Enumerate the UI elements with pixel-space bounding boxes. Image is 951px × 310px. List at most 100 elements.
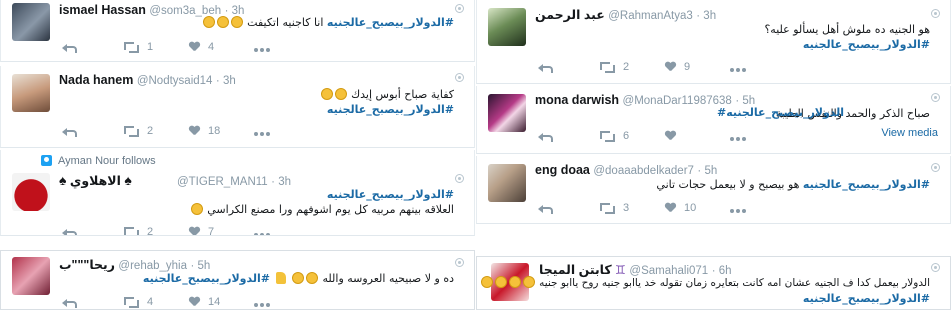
like-button[interactable]: 18 — [189, 124, 220, 138]
author-name[interactable]: ismael Hassan — [59, 3, 146, 17]
more-button[interactable] — [254, 40, 270, 54]
avatar[interactable] — [12, 74, 50, 112]
laughing-emoji-icon — [320, 88, 333, 100]
tweet-options-icon[interactable] — [931, 263, 940, 272]
like-count: 9 — [684, 61, 691, 73]
tweet-time[interactable]: 3h — [223, 75, 236, 87]
reply-button[interactable] — [538, 201, 553, 215]
reply-button[interactable] — [62, 295, 77, 309]
retweet-button[interactable]: 6 — [599, 129, 629, 143]
tweet-options-icon[interactable] — [455, 258, 464, 267]
more-button[interactable] — [254, 295, 270, 309]
avatar[interactable] — [488, 164, 526, 202]
tweet-options-icon[interactable] — [455, 4, 464, 13]
retweet-icon — [599, 130, 615, 142]
more-dots-icon — [730, 209, 746, 213]
avatar[interactable] — [488, 94, 526, 132]
more-button[interactable] — [730, 60, 746, 74]
hashtag-link[interactable]: #الدولار_بيصبح_عالجنيه — [327, 16, 454, 29]
tweet-card[interactable]: ismael Hassan @som3a_beh · 3h #الدولار_ب… — [0, 0, 475, 62]
author-name[interactable]: كابتن الميجا — [539, 263, 612, 277]
hashtag-link[interactable]: #الدولار_بيصبح_عالجنيه — [803, 178, 930, 191]
reply-icon — [62, 41, 77, 53]
tweet-text: الدولار بيعمل كدا ف الجنيه عشان امه كانت… — [480, 276, 930, 291]
author-handle[interactable]: @Nodtysaid14 — [137, 75, 213, 87]
tweet-header: Nada hanem @Nodtysaid14 · 3h — [59, 73, 236, 87]
hashtag-link[interactable]: #الدولار_بيصبح_عالجنيه — [717, 106, 844, 119]
tweet-header: eng doaa @doaaabdelkader7 · 5h — [535, 163, 718, 177]
hashtag-link[interactable]: #الدولار_بيصبح_عالجنيه — [327, 188, 454, 201]
like-button[interactable]: 4 — [189, 40, 214, 54]
more-dots-icon — [254, 132, 270, 136]
tweet-options-icon[interactable] — [455, 174, 464, 183]
heart-icon — [189, 42, 200, 52]
more-dots-icon — [730, 137, 746, 141]
more-button[interactable] — [254, 124, 270, 138]
author-name[interactable]: mona darwish — [535, 93, 619, 107]
reply-button[interactable] — [62, 40, 77, 54]
author-handle[interactable]: @TIGER_MAN11 — [177, 176, 268, 188]
author-handle[interactable]: @doaaabdelkader7 — [593, 165, 694, 177]
tweet-options-icon[interactable] — [455, 73, 464, 82]
reply-icon — [62, 296, 77, 308]
tweet-card[interactable]: Nada hanem @Nodtysaid14 · 3h كفاية صباح … — [0, 66, 475, 148]
more-button[interactable] — [730, 201, 746, 215]
tweet-options-icon[interactable] — [931, 93, 940, 102]
tweet-text-line: العلاقه بينهم مربيه كل يوم اشوفهم ورا مص… — [190, 202, 454, 217]
avatar[interactable] — [488, 8, 526, 46]
retweet-button[interactable]: 3 — [599, 201, 629, 215]
reply-button[interactable] — [62, 225, 77, 235]
like-button[interactable] — [665, 129, 684, 143]
hashtag-link[interactable]: #الدولار_بيصبح_عالجنيه — [803, 292, 930, 305]
tweet-options-icon[interactable] — [931, 163, 940, 172]
reply-button[interactable] — [538, 129, 553, 143]
hashtag-link[interactable]: #الدولار_بيصبح_عالجنيه — [143, 272, 270, 285]
laughing-emoji-icon — [522, 276, 535, 288]
tweet-text: ده و لا صبيحيه العروسه والله #الدولار_بي… — [142, 272, 454, 285]
like-button[interactable]: 14 — [189, 295, 220, 309]
heart-icon — [189, 126, 200, 136]
like-button[interactable]: 10 — [665, 201, 696, 215]
avatar[interactable] — [12, 3, 50, 41]
author-name[interactable]: Nada hanem — [59, 73, 133, 87]
retweet-icon — [599, 202, 615, 214]
tweet-card[interactable]: eng doaa @doaaabdelkader7 · 5h #الدولار_… — [476, 156, 951, 224]
author-handle[interactable]: @RahmanAtya3 — [608, 10, 693, 22]
retweet-button[interactable]: 1 — [123, 40, 153, 54]
retweet-button[interactable]: 2 — [123, 124, 153, 138]
avatar[interactable] — [12, 257, 50, 295]
laughing-emoji-icon — [190, 203, 203, 215]
tweet-time[interactable]: 3h — [278, 176, 291, 188]
tweet-card[interactable]: كابتن الميجا ♊ @Samahali071 · 6h الدولار… — [476, 256, 951, 310]
tweet-time[interactable]: 3h — [703, 10, 716, 22]
laughing-emoji-icon — [494, 276, 507, 288]
tweet-options-icon[interactable] — [931, 9, 940, 18]
tweet-header: ♠ الاهلاوي ♠ @TIGER_MAN11 · 3h — [59, 172, 291, 188]
tweet-card[interactable]: Ayman Nour follows ♠ الاهلاوي ♠ @TIGER_M… — [0, 150, 475, 236]
hashtag-link[interactable]: #الدولار_بيصبح_عالجنيه — [327, 103, 454, 116]
retweet-count: 1 — [147, 41, 154, 53]
hashtag-link[interactable]: #الدولار_بيصبح_عالجنيه — [803, 38, 930, 51]
author-name[interactable]: ريحا"""ب — [59, 258, 115, 272]
reply-icon — [62, 125, 77, 137]
retweet-button[interactable]: 2 — [123, 225, 153, 235]
tweet-card[interactable]: mona darwish @MonaDar11987638 · 5h صباح … — [476, 86, 951, 154]
avatar[interactable] — [12, 173, 50, 211]
view-media-link[interactable]: View media — [881, 127, 938, 139]
reply-button[interactable] — [538, 60, 553, 74]
author-name[interactable]: eng doaa — [535, 163, 590, 177]
tweet-time[interactable]: 5h — [704, 165, 717, 177]
author-handle[interactable]: @MonaDar11987638 — [623, 95, 732, 107]
author-name[interactable]: عبد الرحمن — [535, 8, 605, 22]
tweet-card[interactable]: عبد الرحمن @RahmanAtya3 · 3h هو الجنيه د… — [476, 0, 951, 84]
like-button[interactable]: 9 — [665, 60, 690, 74]
tweet-text-line: #الدولار_بيصبح_عالجنيه — [717, 105, 844, 120]
retweet-button[interactable]: 2 — [599, 60, 629, 74]
like-button[interactable]: 7 — [189, 225, 214, 235]
more-button[interactable] — [730, 129, 746, 143]
author-name[interactable]: الاهلاوي — [70, 174, 121, 188]
more-button[interactable] — [254, 225, 270, 235]
tweet-card[interactable]: ريحا"""ب @rehab_yhia · 5h ده و لا صبيحيه… — [0, 250, 475, 310]
reply-button[interactable] — [62, 124, 77, 138]
retweet-button[interactable]: 4 — [123, 295, 153, 309]
